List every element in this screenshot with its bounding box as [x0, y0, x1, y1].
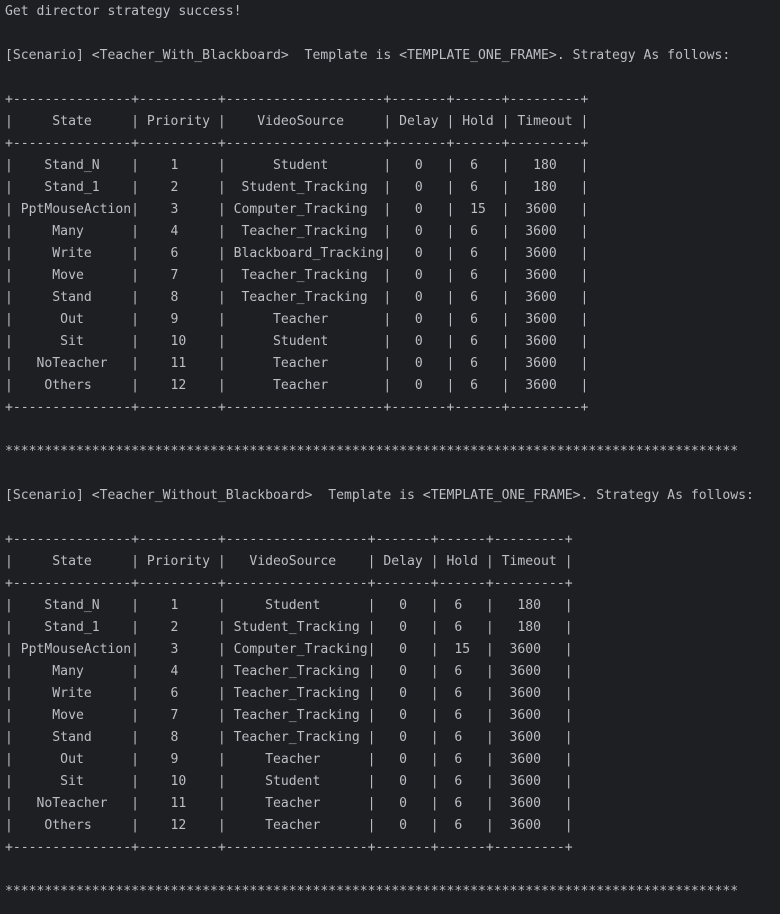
- table-row: | Stand_N | 1 | Student | 0 | 6 | 180 |: [5, 598, 573, 613]
- table-border: +---------------+----------+------------…: [5, 92, 589, 107]
- table-row: | Stand_1 | 2 | Student_Tracking | 0 | 6…: [5, 180, 589, 195]
- table-row: | Sit | 10 | Student | 0 | 6 | 3600 |: [5, 774, 573, 789]
- table-row: | PptMouseAction| 3 | Computer_Tracking|…: [5, 642, 573, 657]
- table-row: | Sit | 10 | Student | 0 | 6 | 3600 |: [5, 334, 589, 349]
- separator-line: ****************************************…: [5, 444, 739, 459]
- table-row: | Move | 7 | Teacher_Tracking | 0 | 6 | …: [5, 268, 589, 283]
- separator-line: ****************************************…: [5, 884, 739, 899]
- status-line: Get director strategy success!: [5, 4, 242, 19]
- scenario-header: [Scenario] <Teacher_With_Blackboard> Tem…: [5, 48, 731, 63]
- scenario-header: [Scenario] <Teacher_Without_Blackboard> …: [5, 488, 754, 503]
- table-border: +---------------+----------+------------…: [5, 400, 589, 415]
- table-row: | Out | 9 | Teacher | 0 | 6 | 3600 |: [5, 752, 573, 767]
- table-row: | Others | 12 | Teacher | 0 | 6 | 3600 |: [5, 818, 573, 833]
- table-row: | Stand | 8 | Teacher_Tracking | 0 | 6 |…: [5, 730, 573, 745]
- table-row: | NoTeacher | 11 | Teacher | 0 | 6 | 360…: [5, 356, 589, 371]
- table-row: | Many | 4 | Teacher_Tracking | 0 | 6 | …: [5, 224, 589, 239]
- console-output[interactable]: Get director strategy success! [Scenario]…: [5, 1, 754, 903]
- table-row: | Stand | 8 | Teacher_Tracking | 0 | 6 |…: [5, 290, 589, 305]
- table-row: | Stand_N | 1 | Student | 0 | 6 | 180 |: [5, 158, 589, 173]
- table-row: | Many | 4 | Teacher_Tracking | 0 | 6 | …: [5, 664, 573, 679]
- table-row: | Move | 7 | Teacher_Tracking | 0 | 6 | …: [5, 708, 573, 723]
- table-row: | Write | 6 | Blackboard_Tracking| 0 | 6…: [5, 246, 589, 261]
- table-header-row: | State | Priority | VideoSource | Delay…: [5, 554, 573, 569]
- table-border: +---------------+----------+------------…: [5, 576, 573, 591]
- table-row: | Stand_1 | 2 | Student_Tracking | 0 | 6…: [5, 620, 573, 635]
- table-row: | Others | 12 | Teacher | 0 | 6 | 3600 |: [5, 378, 589, 393]
- table-border: +---------------+----------+------------…: [5, 532, 573, 547]
- table-border: +---------------+----------+------------…: [5, 840, 573, 855]
- table-row: | Out | 9 | Teacher | 0 | 6 | 3600 |: [5, 312, 589, 327]
- table-row: | PptMouseAction| 3 | Computer_Tracking …: [5, 202, 589, 217]
- table-header-row: | State | Priority | VideoSource | Delay…: [5, 114, 589, 129]
- table-border: +---------------+----------+------------…: [5, 136, 589, 151]
- table-row: | NoTeacher | 11 | Teacher | 0 | 6 | 360…: [5, 796, 573, 811]
- table-row: | Write | 6 | Teacher_Tracking | 0 | 6 |…: [5, 686, 573, 701]
